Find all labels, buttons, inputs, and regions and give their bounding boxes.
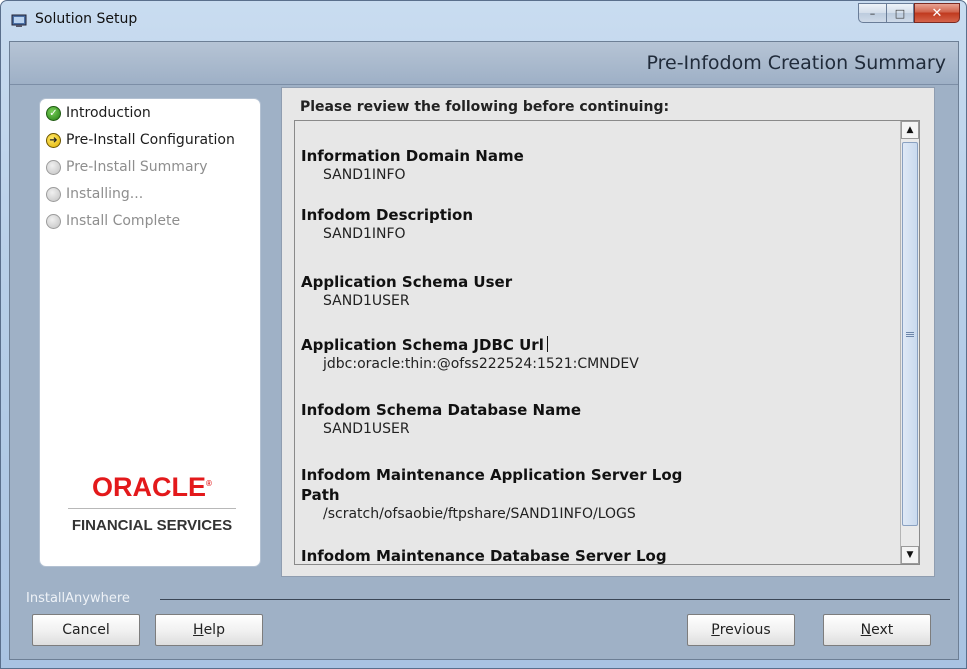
step-label: Introduction <box>66 105 151 121</box>
summary-entry: Infodom Description SAND1INFO <box>301 205 473 244</box>
step-label: Pre-Install Configuration <box>66 132 235 148</box>
entry-value: SAND1USER <box>323 293 410 309</box>
scroll-down-button[interactable]: ▼ <box>901 546 919 564</box>
window-title: Solution Setup <box>35 11 138 27</box>
summary-entry: Infodom Maintenance Application Server L… <box>301 465 682 524</box>
registered-mark: ® <box>206 479 212 488</box>
entry-value: SAND1INFO <box>323 226 406 242</box>
previous-button[interactable]: Previous <box>687 614 795 646</box>
summary-entry: Application Schema User SAND1USER <box>301 272 512 311</box>
text-cursor <box>546 336 548 352</box>
previous-mnemonic: P <box>711 622 720 638</box>
entry-title: Infodom Maintenance Database Server Log <box>301 547 667 565</box>
installer-window: Solution Setup – □ ✕ Pre-Infodom Creatio… <box>0 0 967 669</box>
grip-icon <box>906 331 914 337</box>
header-band: Pre-Infodom Creation Summary <box>10 42 958 85</box>
step-pre-install-summary: Pre-Install Summary <box>46 156 208 178</box>
maximize-icon: □ <box>894 6 906 20</box>
help-button-label: elp <box>203 622 225 638</box>
vertical-scrollbar[interactable]: ▲ ▼ <box>900 121 919 564</box>
triangle-down-icon: ▼ <box>906 550 914 560</box>
entry-value: SAND1INFO <box>323 167 406 183</box>
window-controls: – □ ✕ <box>858 3 960 23</box>
step-label: Installing... <box>66 186 144 202</box>
entry-title: Application Schema JDBC Url <box>301 336 544 354</box>
previous-button-label: revious <box>719 622 771 638</box>
close-button[interactable]: ✕ <box>914 3 960 23</box>
entry-title-continued: Path <box>301 486 340 504</box>
summary-intro: Please review the following before conti… <box>300 99 670 115</box>
cancel-button[interactable]: Cancel <box>32 614 140 646</box>
oracle-logo: ORACLE® FINANCIAL SERVICES <box>68 469 236 534</box>
step-introduction: ✓ Introduction <box>46 102 151 124</box>
summary-entry: Infodom Maintenance Database Server Log <box>301 546 667 565</box>
entry-title: Information Domain Name <box>301 147 524 165</box>
minimize-icon: – <box>869 6 876 20</box>
app-icon <box>11 14 27 27</box>
summary-entry: Infodom Schema Database Name SAND1USER <box>301 400 581 439</box>
entry-title: Infodom Schema Database Name <box>301 401 582 419</box>
oracle-subtitle: FINANCIAL SERVICES <box>71 517 233 534</box>
minimize-button[interactable]: – <box>858 3 886 23</box>
step-pre-install-configuration: ➜ Pre-Install Configuration <box>46 129 235 151</box>
help-mnemonic: H <box>193 622 204 638</box>
triangle-up-icon: ▲ <box>906 125 914 135</box>
summary-entry: Application Schema JDBC Url jdbc:oracle:… <box>301 335 639 374</box>
cancel-button-label: Cancel <box>62 622 110 638</box>
step-install-complete: Install Complete <box>46 210 180 232</box>
arrow-right-icon: ➜ <box>46 132 61 148</box>
help-button[interactable]: Help <box>155 614 263 646</box>
entry-title: Application Schema User <box>301 273 513 291</box>
footer-divider <box>160 599 950 600</box>
installanywhere-label: InstallAnywhere <box>26 591 130 606</box>
entry-title: Infodom Maintenance Application Server L… <box>301 466 683 484</box>
entry-value: jdbc:oracle:thin:@ofss222524:1521:CMNDEV <box>323 356 639 372</box>
pending-circle-icon <box>46 213 61 229</box>
next-button[interactable]: Next <box>823 614 931 646</box>
step-label: Pre-Install Summary <box>66 159 208 175</box>
scroll-thumb[interactable] <box>902 142 918 526</box>
maximize-button[interactable]: □ <box>886 3 914 23</box>
checkmark-icon: ✓ <box>46 105 61 121</box>
steps-panel: ✓ Introduction ➜ Pre-Install Configurati… <box>39 98 261 567</box>
client-area: Pre-Infodom Creation Summary ✓ Introduct… <box>9 41 959 660</box>
entry-value: SAND1USER <box>323 421 410 437</box>
summary-panel: Please review the following before conti… <box>281 87 935 577</box>
pending-circle-icon <box>46 186 61 202</box>
step-label: Install Complete <box>66 213 181 229</box>
page-title: Pre-Infodom Creation Summary <box>646 52 946 74</box>
logo-divider <box>68 508 236 509</box>
oracle-brand: ORACLE <box>92 472 207 502</box>
next-button-label: ext <box>871 622 894 638</box>
scroll-up-button[interactable]: ▲ <box>901 121 919 139</box>
entry-value: /scratch/ofsaobie/ftpshare/SAND1INFO/LOG… <box>323 506 636 522</box>
pending-circle-icon <box>46 159 61 175</box>
summary-entry: Information Domain Name SAND1INFO <box>301 146 524 185</box>
next-mnemonic: N <box>860 622 872 638</box>
summary-text-area[interactable]: Information Domain Name SAND1INFO Infodo… <box>294 120 920 565</box>
step-installing: Installing... <box>46 183 143 205</box>
close-icon: ✕ <box>931 5 943 21</box>
entry-title: Infodom Description <box>301 206 474 224</box>
title-bar[interactable]: Solution Setup – □ ✕ <box>1 1 966 41</box>
